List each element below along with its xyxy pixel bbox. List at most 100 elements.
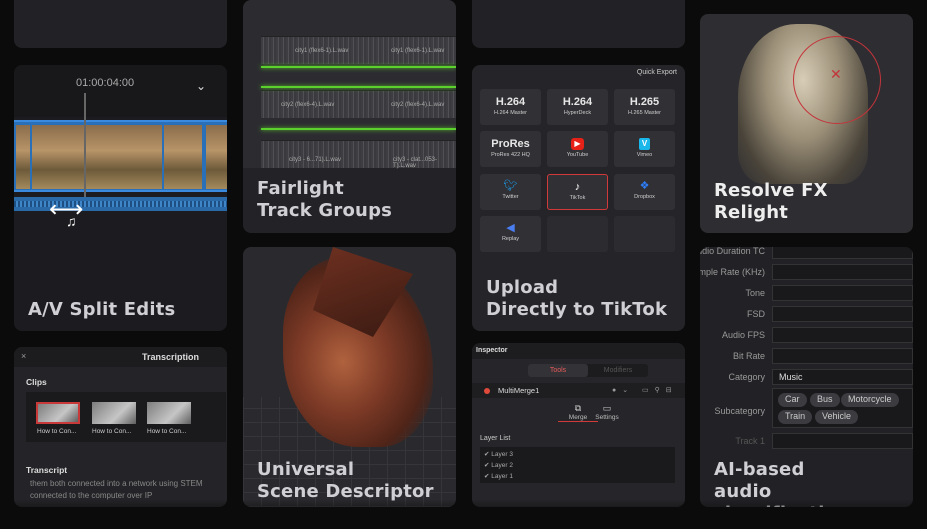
node-name: MultiMerge1 [498,386,540,395]
volume-automation-line[interactable] [261,86,456,88]
clip-name: How to Con... [37,428,77,435]
transcript-label: Transcript [26,465,68,475]
metadata-row: Audio Duration TC [700,247,913,259]
title-line: Directly to TikTok [486,299,668,320]
tile-sublabel: TikTok [569,195,586,201]
export-preset-dropbox[interactable]: ❖ Dropbox [614,174,675,210]
field-label: Subcategory [714,406,765,416]
tab-modifiers[interactable]: Modifiers [588,364,648,377]
track-area: city1 (flex6-1).L.wav city1 (flex6-1).L.… [243,0,456,169]
music-note-icon: ♫ [66,213,77,229]
video-clip-strip[interactable] [14,120,227,192]
clip-thumbnail[interactable] [36,402,80,424]
tag-chip[interactable]: Car [778,393,807,407]
title-line: Universal [257,459,355,480]
metadata-row: Bit Rate [700,348,913,364]
volume-automation-line[interactable] [261,128,456,130]
export-preset-youtube[interactable]: ▶ YouTube [547,131,608,167]
resolve-fx-relight-card: ✕ Resolve FX Relight [700,14,913,233]
field-value[interactable] [772,306,913,322]
usd-card: Universal Scene Descriptor [243,247,456,507]
clips-label: Clips [26,377,47,387]
field-value[interactable] [772,433,913,449]
tiktok-icon: ♪ [574,181,581,193]
title-line: AI-based [714,459,805,480]
card-title: Universal Scene Descriptor [257,459,434,503]
card-title: AI-basedaudio classification [714,459,913,507]
export-preset-h264-master[interactable]: H.264 H.264 Master [480,89,541,125]
export-preset-replay[interactable]: ◀ Replay [480,216,541,252]
playhead[interactable] [84,93,86,211]
tile-sublabel: Dropbox [634,194,655,200]
tile-label: H.264 [562,96,593,108]
node-status-icon [484,388,490,394]
light-target-icon[interactable]: ✕ [830,66,842,83]
tag-chip[interactable]: Train [778,410,813,424]
clip-thumbnail[interactable] [92,402,136,424]
tile-sublabel: HyperDeck [563,110,592,116]
metadata-row: Sample Rate (KHz) [700,264,913,280]
export-preset-vimeo[interactable]: V Vimeo [614,131,675,167]
clip-name: How to Con... [147,428,187,435]
tile-sublabel: YouTube [566,152,589,158]
tab-settings[interactable]: ▭ Settings [587,403,627,421]
volume-automation-line[interactable] [261,66,456,68]
field-label: FSD [747,309,765,319]
tag-chip[interactable]: Motorcycle [841,393,899,407]
card-title: Upload Directly to TikTok [486,277,667,321]
title-line: Scene Descriptor [257,481,434,502]
clip-label: city1 (flex6-1).L.wav [391,48,445,54]
cheetah-thumbnail [164,125,202,189]
tab-tools[interactable]: Tools [528,364,588,377]
inspector-header: Inspector [472,343,685,359]
field-value[interactable] [772,247,913,259]
youtube-icon: ▶ [547,137,608,150]
transcription-card: × Transcription Clips How to Con... How … [14,347,227,507]
layer-item[interactable]: ✔ Layer 2 [484,461,513,469]
tag-chip[interactable]: Bus [810,393,840,407]
export-preset-twitter[interactable]: 🐦︎ Twitter [480,174,541,210]
export-preset-tiktok[interactable]: ♪ TikTok [547,174,608,210]
node-controls-icon[interactable]: ●⌄ ▭⚲⊟ [612,386,678,394]
field-value[interactable] [772,348,913,364]
field-value[interactable] [772,264,913,280]
metadata-row: Audio FPS [700,327,913,343]
panel-title: Inspector [476,347,508,354]
export-preset-prores[interactable]: ProRes ProRes 422 HQ [480,131,541,167]
clip-list: How to Con... How to Con... How to Con..… [26,392,226,442]
field-label: Audio FPS [721,330,765,340]
tile-sublabel: H.265 Master [627,110,661,116]
tag-chip[interactable]: Vehicle [815,410,859,424]
tile-sublabel: Vimeo [636,152,653,158]
export-preset-hyperdeck[interactable]: H.264 HyperDeck [547,89,608,125]
metadata-row: Category Music [700,369,913,385]
cheetah-thumbnail [32,125,162,189]
tile-sublabel: H.264 Master [493,110,527,116]
metadata-row: Tone [700,285,913,301]
tile-label: ProRes [491,138,530,150]
category-field[interactable]: Music [772,369,913,385]
clip-label: city3 - 6...71).L.wav [289,157,342,163]
node-row[interactable]: MultiMerge1 ●⌄ ▭⚲⊟ [472,383,685,398]
layer-item[interactable]: ✔ Layer 3 [484,450,513,458]
clip-label: city3 - clat...053-T).L.wav [393,157,438,169]
field-value[interactable] [772,327,913,343]
layer-item[interactable]: ✔ Layer 1 [484,472,513,480]
close-icon[interactable]: × [21,351,26,361]
quick-export-title: Quick Export [636,69,677,76]
chevron-down-icon[interactable]: ⌄ [196,79,206,93]
card-title: Fairlight Track Groups [257,178,392,222]
vimeo-icon: V [614,137,675,150]
card-title: A/V Split Edits [28,299,176,320]
field-value[interactable] [772,285,913,301]
title-line: Upload [486,277,559,298]
clip-label: city2 (flex6-4).L.wav [391,102,445,108]
field-label: Track 1 [735,436,765,446]
layer-name: Layer 3 [491,451,513,458]
clip-thumbnail[interactable] [147,402,191,424]
export-preset-h265-master[interactable]: H.265 H.265 Master [614,89,675,125]
dropbox-icon: ❖ [639,180,650,192]
inspector-card: Inspector Tools Modifiers MultiMerge1 ●⌄… [472,343,685,507]
field-label: Tone [745,288,765,298]
empty-tile [547,216,608,252]
